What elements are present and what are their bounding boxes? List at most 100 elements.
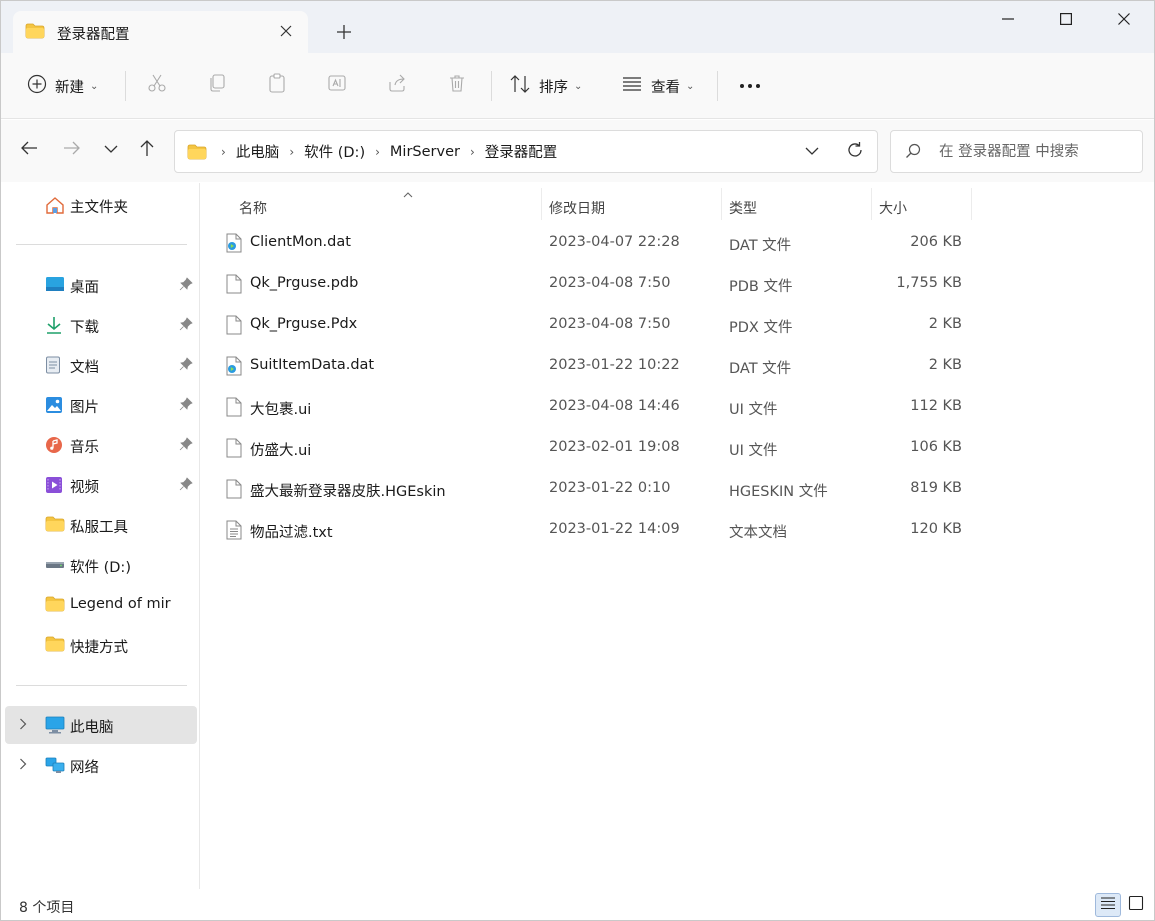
file-type: DAT 文件 bbox=[729, 238, 792, 254]
command-bar: 新建 ⌄ 排序 ⌄ 查看 ⌄ bbox=[1, 53, 1154, 119]
column-header-date[interactable]: 修改日期 bbox=[542, 190, 722, 226]
sidebar-item-label: 软件 (D:) bbox=[70, 560, 131, 576]
chevron-right-icon[interactable]: › bbox=[464, 145, 481, 159]
sidebar-item-videos[interactable]: 视频 bbox=[5, 466, 197, 504]
maximize-button[interactable] bbox=[1037, 1, 1095, 37]
copy-icon bbox=[207, 73, 227, 97]
address-bar[interactable]: › 此电脑 › 软件 (D:) › MirServer › 登录器配置 bbox=[174, 130, 878, 173]
copy-button[interactable] bbox=[205, 73, 229, 97]
breadcrumb-drive-d[interactable]: 软件 (D:) bbox=[300, 141, 369, 162]
download-icon bbox=[45, 316, 63, 334]
paste-button[interactable] bbox=[265, 73, 289, 97]
chevron-down-icon bbox=[104, 142, 118, 158]
search-box[interactable] bbox=[890, 130, 1143, 173]
new-button[interactable]: 新建 ⌄ bbox=[27, 69, 98, 103]
pin-icon[interactable] bbox=[179, 317, 193, 335]
file-row[interactable]: 盛大最新登录器皮肤.HGEskin 2023-01-22 0:10 HGESKI… bbox=[219, 469, 979, 510]
sidebar-item-shortcuts[interactable]: 快捷方式 bbox=[5, 626, 197, 664]
tab-current-folder[interactable]: 登录器配置 bbox=[13, 11, 308, 53]
sidebar-divider bbox=[16, 244, 187, 245]
column-header-type[interactable]: 类型 bbox=[722, 190, 872, 226]
large-icons-view-button[interactable] bbox=[1123, 893, 1149, 917]
up-button[interactable] bbox=[135, 138, 159, 162]
sidebar-item-private-server-tools[interactable]: 私服工具 bbox=[5, 506, 197, 544]
forward-button[interactable] bbox=[60, 138, 84, 162]
file-row[interactable]: Qk_Prguse.pdb 2023-04-08 7:50 PDB 文件 1,7… bbox=[219, 264, 979, 305]
file-row[interactable]: 物品过滤.txt 2023-01-22 14:09 文本文档 120 KB bbox=[219, 510, 979, 551]
sidebar-item-this-pc[interactable]: 此电脑 bbox=[5, 706, 197, 744]
new-tab-button[interactable] bbox=[331, 19, 357, 45]
pin-icon[interactable] bbox=[179, 277, 193, 295]
dat-file-icon bbox=[225, 233, 243, 257]
file-row[interactable]: 大包裹.ui 2023-04-08 14:46 UI 文件 112 KB bbox=[219, 387, 979, 428]
folder-icon bbox=[45, 636, 65, 654]
file-row[interactable]: 仿盛大.ui 2023-02-01 19:08 UI 文件 106 KB bbox=[219, 428, 979, 469]
toolbar-divider bbox=[717, 71, 718, 101]
cut-button[interactable] bbox=[145, 73, 169, 97]
sidebar-item-network[interactable]: 网络 bbox=[5, 746, 197, 784]
chevron-right-icon[interactable]: › bbox=[283, 145, 300, 159]
file-type: DAT 文件 bbox=[729, 361, 792, 377]
pin-icon[interactable] bbox=[179, 357, 193, 375]
details-view-button[interactable] bbox=[1095, 893, 1121, 917]
sidebar-item-pictures[interactable]: 图片 bbox=[5, 386, 197, 424]
more-options-button[interactable] bbox=[738, 73, 762, 97]
back-button[interactable] bbox=[17, 138, 41, 162]
sidebar-item-documents[interactable]: 文档 bbox=[5, 346, 197, 384]
chevron-right-icon[interactable] bbox=[19, 718, 27, 733]
address-history-button[interactable] bbox=[801, 141, 823, 163]
close-window-button[interactable] bbox=[1095, 1, 1153, 37]
breadcrumb: › 此电脑 › 软件 (D:) › MirServer › 登录器配置 bbox=[187, 131, 561, 172]
toolbar-divider bbox=[125, 71, 126, 101]
sort-button[interactable]: 排序 ⌄ bbox=[509, 69, 582, 103]
pin-icon[interactable] bbox=[179, 477, 193, 495]
sidebar-item-label: 网络 bbox=[70, 760, 99, 776]
sidebar-item-desktop[interactable]: 桌面 bbox=[5, 266, 197, 304]
sidebar-item-downloads[interactable]: 下载 bbox=[5, 306, 197, 344]
sidebar-item-label: Legend of mir bbox=[70, 596, 171, 612]
search-icon bbox=[905, 143, 921, 163]
column-header-size[interactable]: 大小 bbox=[872, 190, 972, 226]
document-icon bbox=[45, 356, 63, 374]
file-size: 1,755 KB bbox=[896, 275, 962, 291]
sidebar-item-music[interactable]: 音乐 bbox=[5, 426, 197, 464]
share-button[interactable] bbox=[385, 73, 409, 97]
view-button-label: 查看 bbox=[651, 79, 680, 96]
clipboard-icon bbox=[267, 73, 287, 97]
toolbar-divider bbox=[491, 71, 492, 101]
minimize-button[interactable] bbox=[979, 1, 1037, 37]
pin-icon[interactable] bbox=[179, 437, 193, 455]
breadcrumb-mirserver[interactable]: MirServer bbox=[386, 144, 464, 160]
file-row[interactable]: Qk_Prguse.Pdx 2023-04-08 7:50 PDX 文件 2 K… bbox=[219, 305, 979, 346]
breadcrumb-this-pc[interactable]: 此电脑 bbox=[232, 141, 284, 162]
rename-icon bbox=[327, 73, 347, 97]
view-button[interactable]: 查看 ⌄ bbox=[621, 69, 694, 103]
sort-arrows-icon bbox=[509, 74, 531, 98]
close-tab-icon[interactable] bbox=[276, 21, 296, 41]
file-size: 106 KB bbox=[910, 439, 962, 455]
column-header-name[interactable]: 名称 bbox=[223, 190, 541, 226]
pin-icon[interactable] bbox=[179, 397, 193, 415]
file-row[interactable]: ClientMon.dat 2023-04-07 22:28 DAT 文件 20… bbox=[219, 223, 979, 264]
chevron-right-icon[interactable]: › bbox=[215, 145, 232, 159]
tiles-view-icon bbox=[1128, 895, 1144, 915]
sidebar-item-label: 私服工具 bbox=[70, 520, 128, 536]
chevron-right-icon[interactable]: › bbox=[369, 145, 386, 159]
refresh-button[interactable] bbox=[843, 140, 867, 164]
column-separator[interactable] bbox=[971, 188, 972, 220]
recent-locations-button[interactable] bbox=[99, 138, 123, 162]
chevron-right-icon[interactable] bbox=[19, 758, 27, 773]
sidebar-item-drive-d[interactable]: 软件 (D:) bbox=[5, 546, 197, 584]
breadcrumb-current[interactable]: 登录器配置 bbox=[481, 141, 562, 162]
file-row[interactable]: SuitItemData.dat 2023-01-22 10:22 DAT 文件… bbox=[219, 346, 979, 387]
sidebar-item-label: 此电脑 bbox=[70, 720, 114, 736]
drive-icon bbox=[45, 556, 64, 574]
search-input[interactable] bbox=[939, 141, 1134, 163]
sidebar-item-legend-of-mir[interactable]: Legend of mir bbox=[5, 586, 197, 624]
file-name: 物品过滤.txt bbox=[250, 525, 333, 541]
rename-button[interactable] bbox=[325, 73, 349, 97]
delete-button[interactable] bbox=[445, 73, 469, 97]
file-name: ClientMon.dat bbox=[250, 234, 351, 250]
sidebar-item-home[interactable]: 主文件夹 bbox=[5, 186, 197, 224]
blank-file-icon bbox=[225, 315, 243, 339]
